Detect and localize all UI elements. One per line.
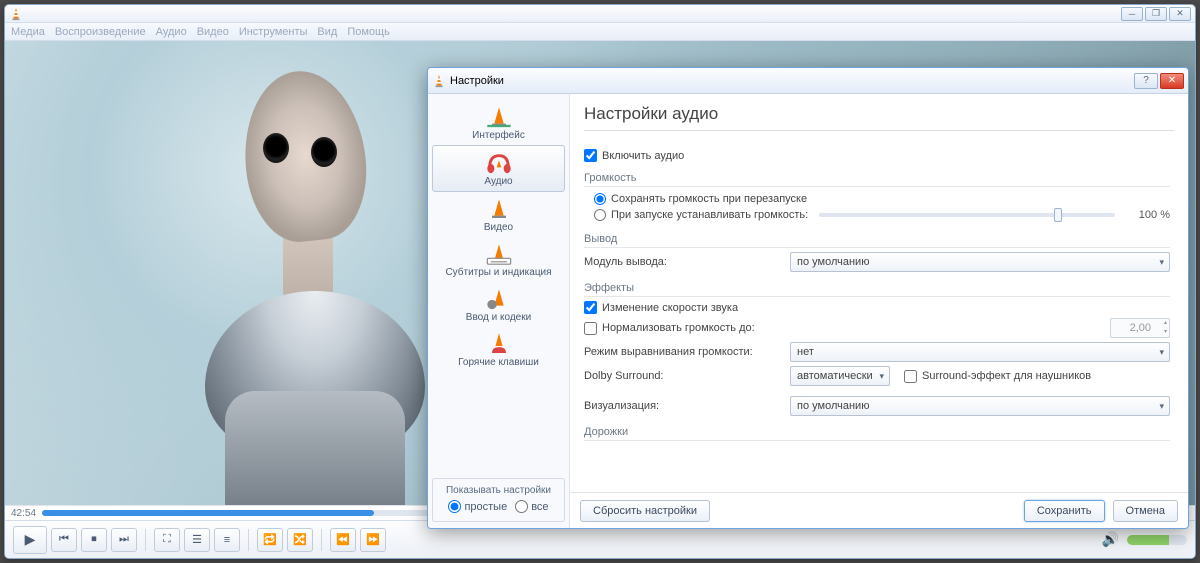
ext-settings-button[interactable]: ☰	[184, 528, 210, 552]
input-icon	[485, 288, 513, 310]
group-loudness: Громкость	[584, 170, 1170, 187]
radio-set-volume[interactable]: При запуске устанавливать громкость: 100…	[584, 207, 1170, 223]
gain-mode-label: Режим выравнивания громкости:	[584, 346, 784, 358]
maximize-button[interactable]: ❐	[1145, 7, 1167, 21]
vlc-cone-icon	[432, 74, 446, 88]
prev-button[interactable]: ⏮	[51, 528, 77, 552]
settings-dialog: Настройки ? ✕ Интерфейс Аудио Видео	[427, 67, 1189, 529]
headphones-icon	[485, 152, 513, 174]
timestretch-checkbox[interactable]: Изменение скорости звука	[584, 301, 1170, 314]
group-tracks: Дорожки	[584, 424, 1170, 441]
video-subject	[125, 71, 445, 501]
play-button[interactable]: ▶	[13, 526, 47, 554]
menu-playback[interactable]: Воспроизведение	[55, 26, 146, 38]
loop-button[interactable]: 🔁	[257, 528, 283, 552]
radio-keep-volume[interactable]: Сохранять громкость при перезапуске	[584, 191, 1170, 207]
output-module-select[interactable]: по умолчанию	[790, 252, 1170, 272]
cat-input[interactable]: Ввод и кодеки	[432, 282, 565, 327]
window-buttons: ─ ❐ ✕	[1121, 7, 1191, 21]
speaker-icon[interactable]: 🔊	[1102, 531, 1119, 548]
group-effects: Эффекты	[584, 280, 1170, 297]
radio-all[interactable]: все	[515, 500, 548, 513]
settings-main: Настройки аудио Включить аудио Громкость…	[570, 94, 1188, 528]
menubar: Медиа Воспроизведение Аудио Видео Инстру…	[5, 23, 1195, 41]
normalize-checkbox[interactable]: Нормализовать громкость до:	[584, 322, 755, 335]
cat-hotkeys[interactable]: Горячие клавиши	[432, 327, 565, 372]
dolby-label: Dolby Surround:	[584, 370, 784, 382]
time-elapsed[interactable]: 42:54	[11, 508, 36, 519]
visual-select[interactable]: по умолчанию	[790, 396, 1170, 416]
output-module-label: Модуль вывода:	[584, 256, 784, 268]
settings-scroll[interactable]: Включить аудио Громкость Сохранять громк…	[570, 137, 1188, 492]
startup-volume-value: 100 %	[1126, 209, 1170, 221]
reset-button[interactable]: Сбросить настройки	[580, 500, 710, 522]
dialog-help-button[interactable]: ?	[1134, 73, 1158, 89]
close-button[interactable]: ✕	[1169, 7, 1191, 21]
show-settings-title: Показывать настройки	[439, 485, 558, 496]
subtitles-icon	[485, 243, 513, 265]
dialog-close-button[interactable]: ✕	[1160, 73, 1184, 89]
step-fwd-button[interactable]: ⏩	[360, 528, 386, 552]
menu-media[interactable]: Медиа	[11, 26, 45, 38]
menu-view[interactable]: Вид	[317, 26, 337, 38]
menu-audio[interactable]: Аудио	[156, 26, 187, 38]
hotkeys-icon	[485, 333, 513, 355]
stop-button[interactable]: ⏹	[81, 528, 107, 552]
cat-interface[interactable]: Интерфейс	[432, 100, 565, 145]
startup-volume-slider[interactable]	[819, 213, 1115, 217]
interface-icon	[485, 106, 513, 128]
dialog-titlebar[interactable]: Настройки ? ✕	[428, 68, 1188, 94]
volume-slider[interactable]	[1127, 535, 1187, 545]
fullscreen-button[interactable]: ⛶	[154, 528, 180, 552]
menu-help[interactable]: Помощь	[347, 26, 390, 38]
dolby-select[interactable]: автоматически	[790, 366, 890, 386]
save-button[interactable]: Сохранить	[1024, 500, 1105, 522]
headphone-checkbox[interactable]: Surround-эффект для наушников	[904, 370, 1091, 383]
cat-video[interactable]: Видео	[432, 192, 565, 237]
video-icon	[485, 198, 513, 220]
normalize-value[interactable]: 2,00	[1110, 318, 1170, 338]
radio-simple[interactable]: простые	[448, 500, 507, 513]
group-output: Вывод	[584, 231, 1170, 248]
cancel-button[interactable]: Отмена	[1113, 500, 1178, 522]
menu-tools[interactable]: Инструменты	[239, 26, 308, 38]
settings-sidebar: Интерфейс Аудио Видео Субтитры и индикац…	[428, 94, 570, 528]
menu-video[interactable]: Видео	[197, 26, 229, 38]
gain-mode-select[interactable]: нет	[790, 342, 1170, 362]
visual-label: Визуализация:	[584, 400, 784, 412]
settings-heading: Настройки аудио	[584, 104, 1174, 131]
minimize-button[interactable]: ─	[1121, 7, 1143, 21]
next-button[interactable]: ⏭	[111, 528, 137, 552]
cat-audio[interactable]: Аудио	[432, 145, 565, 192]
show-settings-box: Показывать настройки простые все	[432, 478, 565, 522]
app-window: ─ ❐ ✕ Медиа Воспроизведение Аудио Видео …	[4, 4, 1196, 559]
step-back-button[interactable]: ⏪	[330, 528, 356, 552]
cat-subtitles[interactable]: Субтитры и индикация	[432, 237, 565, 282]
enable-audio-checkbox[interactable]: Включить аудио	[584, 149, 1170, 162]
titlebar[interactable]: ─ ❐ ✕	[5, 5, 1195, 23]
shuffle-button[interactable]: 🔀	[287, 528, 313, 552]
vlc-cone-icon	[9, 7, 23, 21]
playlist-button[interactable]: ≡	[214, 528, 240, 552]
dialog-title: Настройки	[450, 75, 504, 87]
dialog-footer: Сбросить настройки Сохранить Отмена	[570, 492, 1188, 528]
